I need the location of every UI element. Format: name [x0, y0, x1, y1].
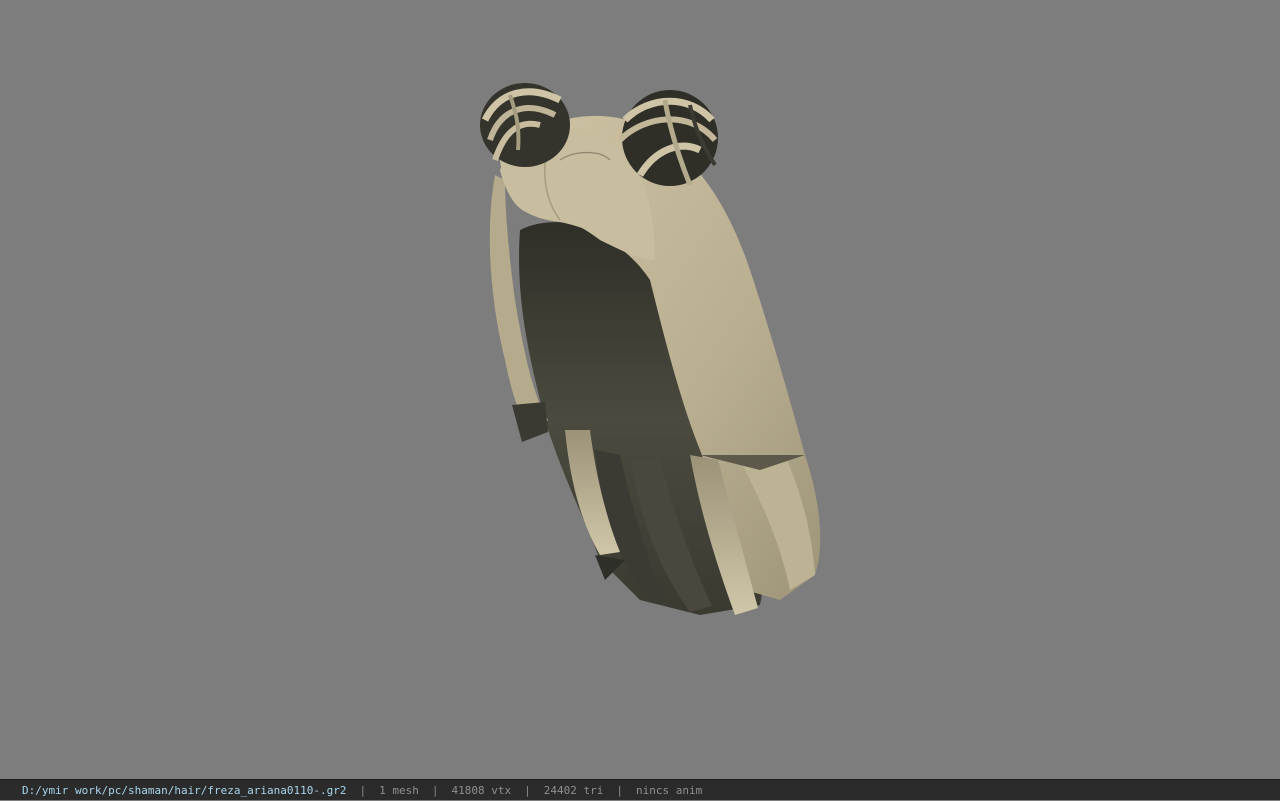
3d-viewport[interactable] — [0, 0, 1280, 779]
hair-model-render — [480, 83, 821, 615]
separator: | — [359, 783, 367, 797]
separator: | — [524, 783, 531, 797]
separator: | — [616, 783, 623, 797]
vertex-count: 41808 vtx — [451, 783, 512, 797]
animation-status: nincs anim — [635, 783, 703, 797]
separator: | — [431, 783, 439, 797]
mesh-count: 1 mesh — [379, 783, 419, 797]
left-bun — [480, 83, 570, 167]
triangle-count: 24402 tri — [543, 783, 604, 797]
status-bar: D:/ymir work/pc/shaman/hair/freza_ariana… — [0, 779, 1280, 800]
file-path: D:/ymir work/pc/shaman/hair/freza_ariana… — [22, 783, 347, 797]
